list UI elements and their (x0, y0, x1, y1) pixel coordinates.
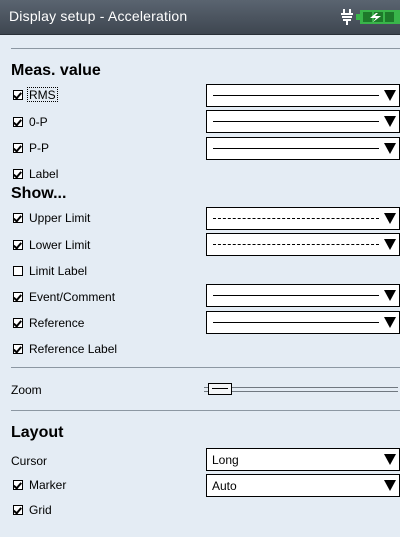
dropdown-arrow-icon[interactable] (382, 111, 399, 132)
upper-limit-checkbox[interactable] (13, 213, 23, 223)
label-checkbox[interactable] (13, 169, 23, 179)
cursor-value: Long (212, 453, 239, 467)
marker-dropdown[interactable]: Auto (206, 474, 400, 497)
cursor-dropdown[interactable]: Long (206, 448, 400, 471)
title-bar: Display setup - Acceleration (0, 0, 400, 35)
marker-value: Auto (212, 479, 237, 493)
label-label: Label (29, 167, 59, 181)
0p-label: 0-P (29, 115, 48, 129)
marker-label: Marker (29, 478, 67, 492)
pp-line-style-dropdown[interactable] (206, 137, 400, 160)
separator-zoom-top (11, 367, 400, 368)
limit-label-checkbox[interactable] (13, 266, 23, 276)
section-heading-show: Show... (11, 185, 67, 202)
dropdown-arrow-icon[interactable] (382, 234, 399, 255)
limit-label-label: Limit Label (29, 264, 88, 278)
upper-limit-label: Upper Limit (29, 211, 91, 225)
dropdown-arrow-icon[interactable] (382, 285, 399, 306)
0p-checkbox[interactable] (13, 117, 23, 127)
event-comment-checkbox[interactable] (13, 292, 23, 302)
lower-limit-line-style-dropdown[interactable] (206, 233, 400, 256)
dropdown-arrow-icon[interactable] (382, 138, 399, 159)
grid-label: Grid (29, 503, 52, 517)
rms-checkbox[interactable] (13, 90, 23, 100)
reference-line-style-dropdown[interactable] (206, 311, 400, 334)
window-title: Display setup - Acceleration (9, 8, 188, 24)
section-heading-meas-value: Meas. value (11, 62, 101, 79)
line-style-sample (213, 95, 379, 96)
dropdown-arrow-icon[interactable] (382, 85, 399, 106)
dropdown-arrow-icon[interactable] (382, 449, 399, 470)
dropdown-arrow-icon[interactable] (382, 475, 399, 496)
pp-checkbox[interactable] (13, 143, 23, 153)
upper-limit-line-style-dropdown[interactable] (206, 207, 400, 230)
separator-top (11, 48, 400, 49)
power-plug-icon (341, 9, 353, 25)
rms-line-style-dropdown[interactable] (206, 84, 400, 107)
lower-limit-label: Lower Limit (29, 238, 91, 252)
reference-label-label: Reference Label (29, 342, 118, 356)
grid-checkbox[interactable] (13, 505, 23, 515)
reference-label: Reference (29, 316, 85, 330)
zoom-slider-handle[interactable] (208, 383, 232, 395)
battery-icon (356, 10, 400, 24)
rms-label: RMS (29, 88, 56, 102)
reference-checkbox[interactable] (13, 318, 23, 328)
marker-checkbox[interactable] (13, 480, 23, 490)
cursor-label: Cursor (11, 454, 48, 468)
line-style-sample (213, 148, 379, 149)
pp-label: P-P (29, 141, 50, 155)
line-style-sample (213, 121, 379, 122)
dropdown-arrow-icon[interactable] (382, 208, 399, 229)
0p-line-style-dropdown[interactable] (206, 110, 400, 133)
line-style-sample (213, 244, 379, 245)
zoom-slider-track[interactable] (204, 387, 398, 392)
section-heading-layout: Layout (11, 424, 64, 441)
reference-label-checkbox[interactable] (13, 344, 23, 354)
dropdown-arrow-icon[interactable] (382, 312, 399, 333)
zoom-label: Zoom (11, 383, 42, 397)
event-comment-line-style-dropdown[interactable] (206, 284, 400, 307)
line-style-sample (213, 322, 379, 323)
lower-limit-checkbox[interactable] (13, 240, 23, 250)
line-style-sample (213, 295, 379, 296)
event-comment-label: Event/Comment (29, 290, 116, 304)
separator-layout-top (11, 410, 400, 411)
line-style-sample (213, 218, 379, 219)
